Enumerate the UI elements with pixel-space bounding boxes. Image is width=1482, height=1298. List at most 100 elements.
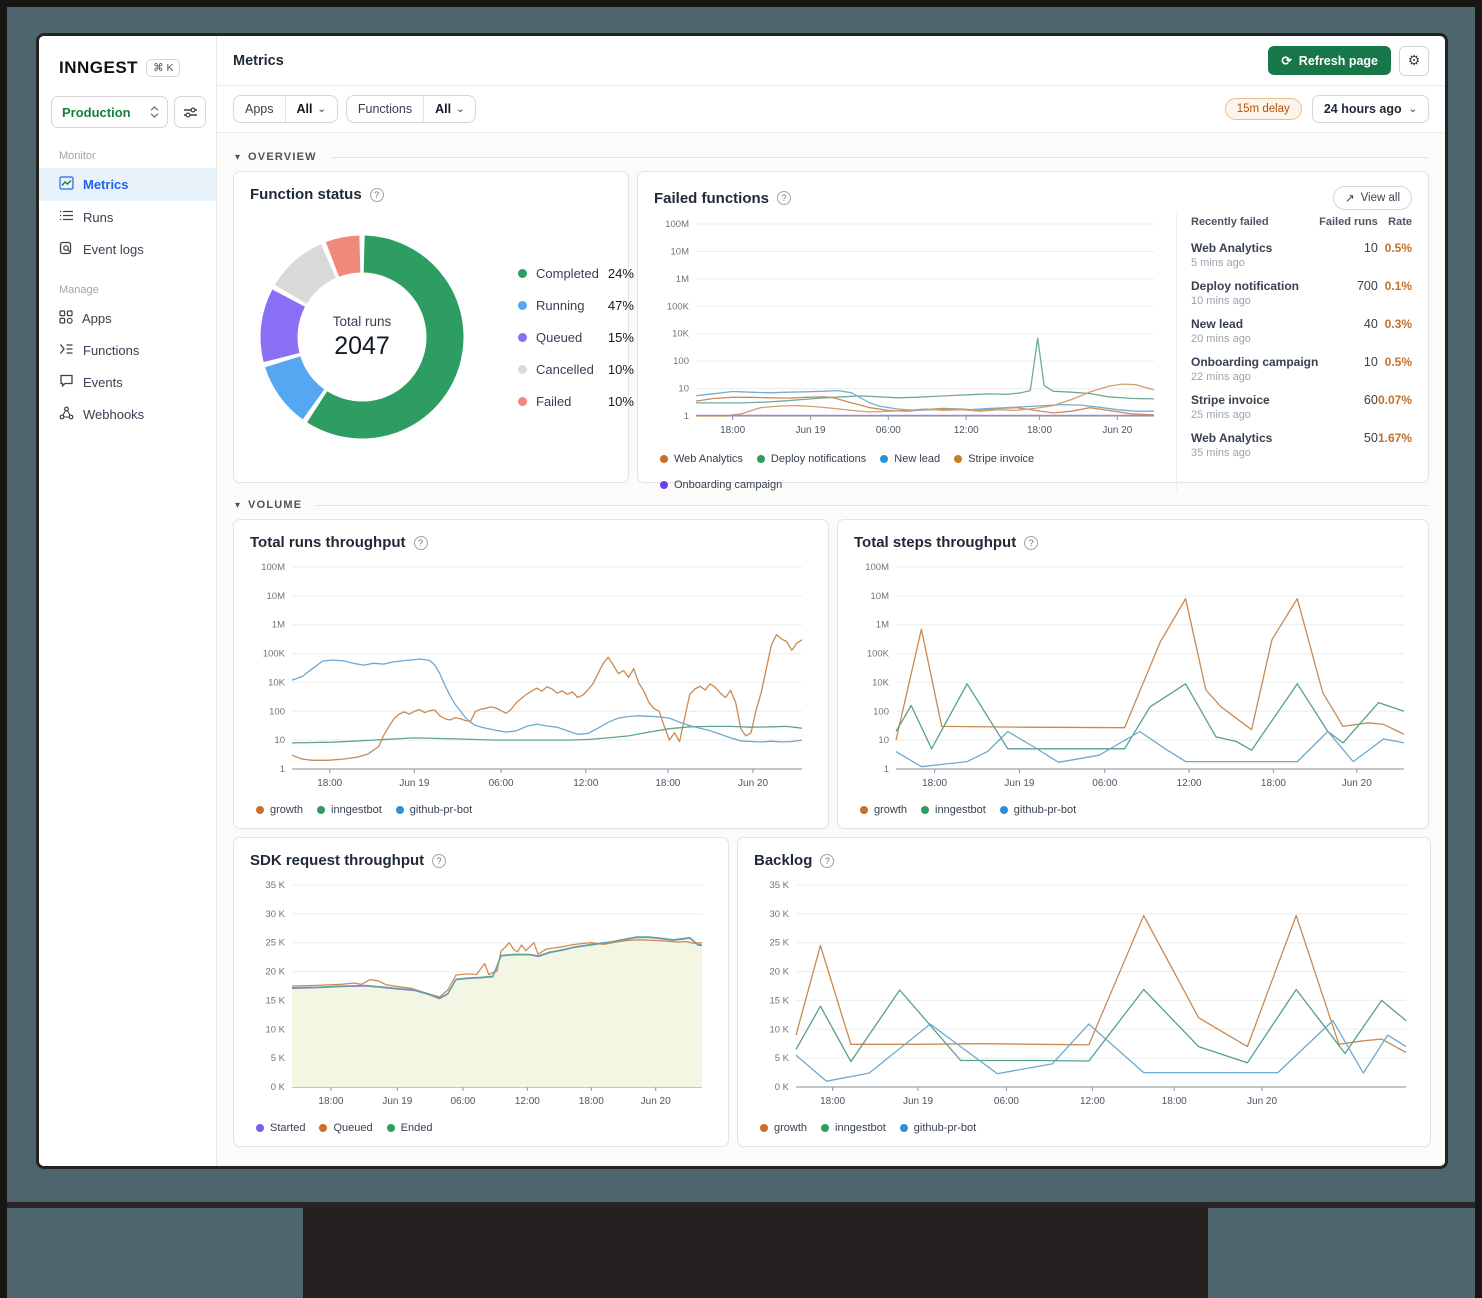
svg-text:18:00: 18:00 (922, 778, 947, 789)
time-range-select[interactable]: 24 hours ago ⌄ (1311, 95, 1429, 123)
legend-item[interactable]: inngestbot (317, 804, 382, 816)
total-runs-title: Total runs throughput (250, 534, 406, 551)
failed-fn-runs: 50 (1363, 431, 1378, 445)
svg-text:Jun 20: Jun 20 (738, 778, 768, 789)
help-icon[interactable]: ? (777, 191, 792, 205)
failed-fn-rate: 0.3% (1384, 317, 1412, 331)
svg-text:1M: 1M (676, 274, 689, 285)
sidebar-item-runs[interactable]: Runs (39, 201, 216, 233)
status-legend-item[interactable]: Queued 15% (518, 330, 634, 345)
apps-filter-value[interactable]: All ⌄ (286, 96, 337, 122)
legend-label: growth (874, 804, 908, 816)
col-rate: Rate (1388, 216, 1412, 228)
legend-item[interactable]: New lead (880, 453, 940, 465)
sidebar-item-label: Metrics (83, 177, 129, 192)
webhook-nodes-icon (59, 406, 74, 423)
status-legend-item[interactable]: Cancelled 10% (518, 362, 634, 377)
svg-text:1: 1 (280, 764, 285, 775)
svg-text:18:00: 18:00 (1261, 778, 1286, 789)
svg-text:1: 1 (684, 411, 689, 422)
legend-item[interactable]: github-pr-bot (999, 804, 1076, 816)
legend-item[interactable]: inngestbot (921, 804, 986, 816)
status-legend-item[interactable]: Running 47% (518, 298, 634, 313)
backlog-card: Backlog ? 35 K 30 K 25 K 20 K 15 K 10 K 5 K 0 K… (737, 837, 1431, 1147)
help-icon[interactable]: ? (369, 187, 384, 202)
sidebar-item-events[interactable]: Events (39, 366, 216, 398)
refresh-page-button[interactable]: ⟳ Refresh page (1268, 46, 1391, 75)
help-icon[interactable]: ? (413, 535, 428, 550)
svg-text:35 K: 35 K (769, 880, 789, 891)
failed-fn-name: Web Analytics (1191, 431, 1273, 445)
volume-section-header[interactable]: ▾ VOLUME (233, 493, 1429, 519)
svg-text:0 K: 0 K (775, 1082, 790, 1093)
backlog-chart: 35 K 30 K 25 K 20 K 15 K 10 K 5 K 0 K 18:00 Jun 1… (769, 880, 1407, 1107)
total-steps-chart: 100M 10M 1M 100K 10K 100 10 1 18:00 Jun 19 06:00 12… (865, 562, 1405, 789)
sidebar-item-metrics[interactable]: Metrics (39, 168, 216, 201)
legend-dot-icon (760, 1124, 768, 1132)
legend-item[interactable]: growth (860, 804, 907, 816)
gear-icon: ⚙ (1407, 52, 1421, 68)
section-divider (330, 156, 1429, 158)
legend-item[interactable]: Web Analytics (660, 453, 743, 465)
legend-item[interactable]: Ended (386, 1122, 432, 1134)
view-all-button[interactable]: ↗ View all (1332, 186, 1412, 210)
failed-functions-chart-legend: Web Analytics Deploy notifications New lea… (654, 453, 1166, 491)
legend-item[interactable]: growth (256, 804, 303, 816)
legend-item[interactable]: Started (256, 1122, 305, 1134)
svg-text:10M: 10M (267, 591, 286, 602)
table-row[interactable]: Onboarding campaign 22 mins ago 10 0.5% (1191, 350, 1412, 388)
legend-item[interactable]: Onboarding campaign (660, 479, 782, 491)
failed-fn-rate: 1.67% (1377, 431, 1412, 445)
sidebar-item-event-logs[interactable]: Event logs (39, 233, 216, 266)
legend-item[interactable]: Stripe invoice (954, 453, 1034, 465)
svg-text:10K: 10K (872, 677, 890, 688)
svg-text:100K: 100K (867, 649, 890, 660)
settings-button[interactable]: ⚙ (1399, 45, 1429, 76)
table-row[interactable]: Web Analytics 5 mins ago 10 0.5% (1191, 236, 1412, 274)
legend-item[interactable]: Deploy notifications (756, 453, 866, 465)
apps-filter[interactable]: Apps All ⌄ (233, 95, 338, 123)
help-icon[interactable]: ? (820, 853, 835, 868)
svg-text:100: 100 (673, 356, 689, 367)
legend-item[interactable]: growth (760, 1122, 807, 1134)
svg-text:5 K: 5 K (271, 1053, 286, 1064)
svg-text:18:00: 18:00 (318, 1096, 343, 1107)
failed-fn-rate: 0.5% (1384, 241, 1412, 255)
overview-section-header[interactable]: ▾ OVERVIEW (233, 145, 1429, 171)
functions-filter-value[interactable]: All ⌄ (424, 96, 475, 122)
table-row[interactable]: Deploy notification 10 mins ago 700 0.1% (1191, 274, 1412, 312)
svg-text:12:00: 12:00 (1177, 778, 1202, 789)
table-row[interactable]: Stripe invoice 25 mins ago 60 0.07% (1191, 388, 1412, 426)
help-icon[interactable]: ? (1024, 535, 1039, 550)
status-label: Cancelled (536, 361, 594, 377)
content-area: ▾ OVERVIEW Function status ? Total runs … (217, 133, 1445, 1166)
svg-text:10: 10 (274, 735, 285, 746)
sidebar-item-label: Runs (83, 209, 114, 225)
functions-filter-label: Functions (347, 96, 425, 122)
legend-item[interactable]: Queued (319, 1122, 373, 1134)
table-row[interactable]: New lead 20 mins ago 40 0.3% (1191, 312, 1412, 350)
environment-select[interactable]: Production (51, 96, 168, 128)
filter-sliders-button[interactable] (174, 96, 206, 128)
status-legend-item[interactable]: Completed 24% (518, 266, 634, 281)
svg-text:18:00: 18:00 (655, 778, 680, 789)
help-icon[interactable]: ? (432, 853, 447, 868)
refresh-page-label: Refresh page (1298, 53, 1378, 68)
sidebar-item-apps[interactable]: Apps (39, 302, 216, 335)
svg-text:10: 10 (878, 735, 889, 746)
svg-text:5 K: 5 K (775, 1053, 790, 1064)
sidebar-item-webhooks[interactable]: Webhooks (39, 398, 216, 431)
svg-text:Jun 19: Jun 19 (903, 1096, 933, 1107)
svg-text:100: 100 (269, 706, 285, 717)
legend-item[interactable]: github-pr-bot (395, 804, 472, 816)
functions-filter[interactable]: Functions All ⌄ (345, 95, 477, 123)
legend-item[interactable]: inngestbot (821, 1122, 886, 1134)
sidebar-item-functions[interactable]: Functions (39, 335, 216, 366)
svg-text:20 K: 20 K (265, 967, 285, 978)
svg-text:06:00: 06:00 (876, 425, 901, 436)
svg-text:12:00: 12:00 (1080, 1096, 1105, 1107)
command-k-shortcut[interactable]: ⌘ K (146, 59, 181, 77)
legend-item[interactable]: github-pr-bot (899, 1122, 976, 1134)
status-legend-item[interactable]: Failed 10% (518, 394, 634, 409)
table-row[interactable]: Web Analytics 35 mins ago 50 1.67% (1191, 426, 1412, 464)
